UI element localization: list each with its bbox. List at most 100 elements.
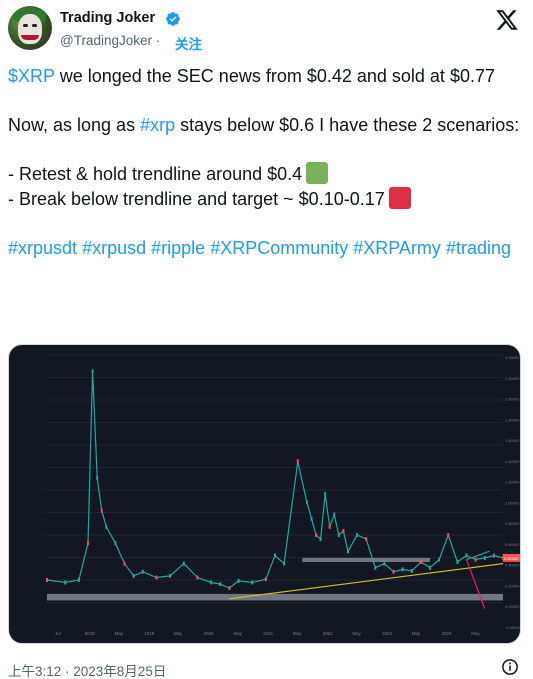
scenario-1: - Retest & hold trendline around $0.4 — [8, 162, 523, 187]
candle — [305, 500, 308, 505]
candle — [274, 553, 276, 558]
candle — [492, 553, 495, 558]
candle — [465, 553, 468, 558]
support-zone — [47, 593, 503, 601]
tweet-body: $XRP we longed the SEC news from $0.42 a… — [8, 64, 523, 260]
x-tick-label: May — [233, 631, 242, 636]
candle — [328, 524, 331, 529]
y-tick-label: 2.50000 — [505, 376, 520, 381]
cashtag-xrp[interactable]: $XRP — [8, 66, 55, 86]
avatar[interactable] — [8, 6, 52, 50]
x-tick-label: Jul — [55, 631, 61, 636]
x-tick-label: 2020 — [204, 631, 215, 636]
x-tick-label: May — [174, 631, 183, 636]
candle — [429, 565, 432, 570]
scenario-2: - Break below trendline and target ~ $0.… — [8, 186, 523, 212]
candle — [438, 557, 441, 562]
candle — [228, 586, 231, 591]
x-tick-label: May — [114, 631, 123, 636]
candle — [219, 582, 222, 587]
candle — [483, 555, 486, 560]
y-tick-label: 2.00000 — [505, 397, 520, 402]
candle — [46, 578, 48, 582]
candle — [91, 369, 94, 374]
author-handle[interactable]: @TradingJoker · — [60, 33, 160, 48]
x-tick-label: May — [412, 631, 421, 636]
candle — [105, 524, 108, 529]
info-icon[interactable] — [501, 658, 519, 676]
candle — [155, 575, 158, 580]
hashtag-list: #xrpusdt #xrpusd #ripple #XRPCommunity #… — [8, 236, 523, 261]
candle — [132, 573, 135, 578]
green-scenario-arrow — [466, 550, 490, 561]
candle — [337, 533, 340, 537]
avatar-mouth — [21, 35, 39, 40]
x-tick-label: 2019 — [144, 631, 155, 636]
candle — [87, 541, 90, 546]
y-tick-label: 0.20000 — [505, 583, 520, 588]
candle — [342, 528, 345, 533]
candle — [141, 569, 144, 574]
hashtag-xrp[interactable]: #xrp — [140, 115, 175, 135]
candle — [210, 580, 213, 585]
chart-image[interactable]: 3.00000 2.50000 2.00000 1.80000 1.60000 1.400… — [8, 344, 521, 644]
candle — [315, 533, 318, 537]
tweet-line-2: Now, as long as #xrp stays below $0.6 I … — [8, 115, 520, 135]
candle — [96, 475, 99, 480]
y-tick-label: 0.60000 — [505, 542, 520, 547]
candle — [401, 567, 404, 572]
hashtag-xrparmy[interactable]: #XRPArmy — [353, 238, 441, 258]
candle — [419, 560, 422, 564]
candle — [410, 569, 413, 573]
author-name[interactable]: Trading Joker — [60, 10, 155, 26]
x-tick-label: May — [352, 631, 361, 636]
hashtag-xrpcommunity[interactable]: #XRPCommunity — [210, 238, 348, 258]
y-tick-label: 1.80000 — [505, 417, 520, 422]
candle — [447, 533, 450, 537]
candle — [374, 565, 377, 570]
candle — [77, 578, 80, 582]
price-label: 0.52000 — [504, 556, 519, 561]
tweet-header: Trading Joker @TradingJoker · 关注 — [8, 6, 525, 54]
candle — [283, 561, 286, 566]
candle — [333, 512, 336, 517]
candle — [64, 580, 67, 585]
candle — [123, 561, 126, 566]
y-tick-label: -0.20000 — [505, 625, 521, 630]
y-tick-label: 0.00000 — [505, 604, 520, 609]
red-square-emoji — [388, 186, 411, 209]
x-tick-label: May — [471, 631, 480, 636]
candle — [182, 561, 185, 566]
y-tick-label: 1.60000 — [505, 438, 520, 443]
follow-button[interactable]: 关注 — [175, 33, 202, 53]
x-logo-icon[interactable] — [495, 8, 519, 32]
candle — [100, 508, 103, 513]
candle — [474, 557, 477, 562]
green-square-emoji — [306, 162, 329, 184]
hashtag-ripple[interactable]: #ripple — [151, 238, 205, 258]
y-tick-label: 1.20000 — [505, 480, 520, 485]
tweet-line-1: $XRP we longed the SEC news from $0.42 a… — [8, 66, 495, 86]
y-tick-label: 3.00000 — [505, 355, 520, 360]
hashtag-xrpusd[interactable]: #xrpusd — [82, 238, 146, 258]
candle — [196, 575, 199, 580]
candle — [296, 459, 299, 464]
candle — [356, 533, 359, 537]
candle — [392, 569, 395, 574]
candle — [365, 537, 368, 542]
candle — [169, 573, 172, 578]
candle — [264, 577, 267, 582]
tweet-timestamp[interactable]: 上午3:12 · 2023年8月25日 — [8, 660, 166, 679]
avatar-eye-left — [23, 24, 28, 27]
candle — [237, 578, 240, 583]
hashtag-xrpusdt[interactable]: #xrpusdt — [8, 238, 77, 258]
x-tick-label: 2021 — [263, 631, 274, 636]
candle — [319, 537, 322, 542]
resistance-zone — [302, 557, 431, 562]
y-tick-label: 0.40000 — [505, 563, 520, 568]
candle — [251, 580, 254, 585]
x-tick-label: 2024 — [442, 631, 453, 636]
candle — [114, 541, 117, 546]
hashtag-trading[interactable]: #trading — [446, 238, 511, 258]
x-tick-label: 2023 — [382, 631, 393, 636]
